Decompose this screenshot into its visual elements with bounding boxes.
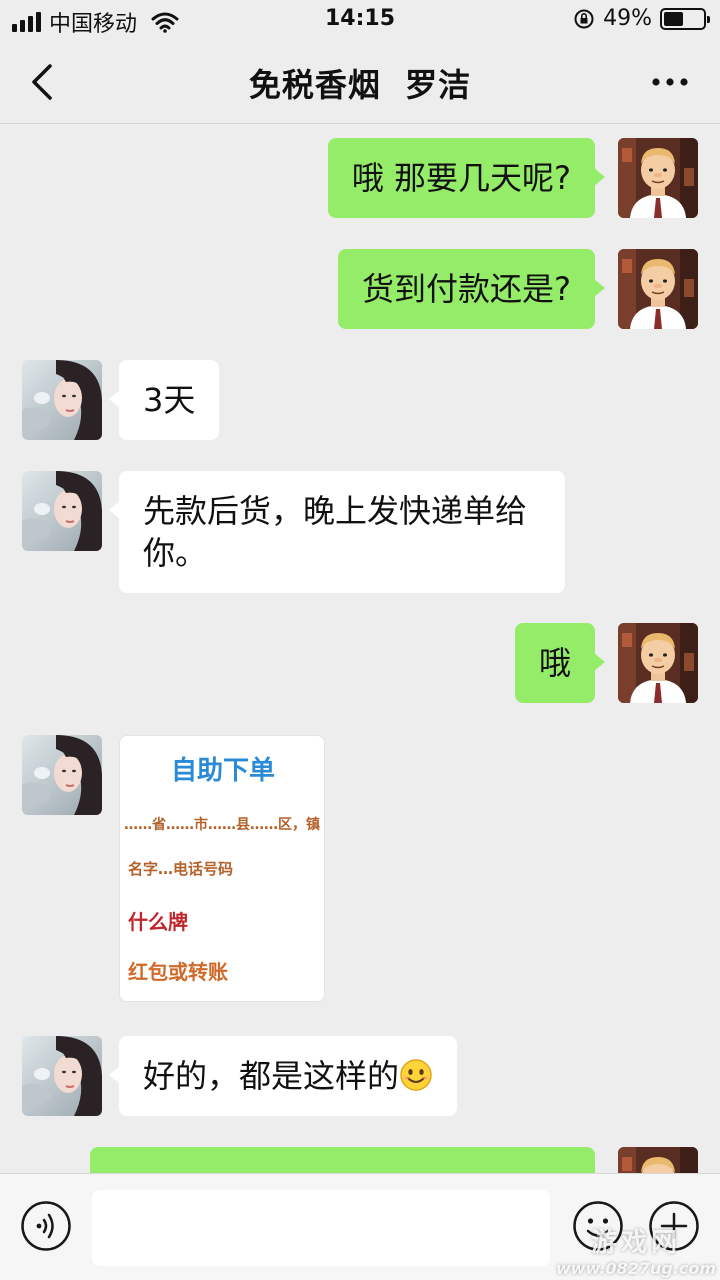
contact-avatar[interactable] (22, 471, 102, 551)
plus-icon[interactable] (648, 1200, 700, 1252)
message-list[interactable]: 哦 那要几天呢? 货到付款还是? 3天 先款后货，晚上发快递单给你。 哦 自助下… (0, 125, 720, 1173)
outgoing-message-bubble[interactable]: 货到付款还是? (338, 249, 605, 329)
image-text-payment: 红包或转账 (128, 960, 228, 984)
voice-icon[interactable] (20, 1200, 72, 1252)
emoji-icon[interactable] (572, 1200, 624, 1252)
self-avatar[interactable] (618, 623, 698, 703)
smile-emoji-icon (400, 1059, 432, 1091)
self-avatar[interactable] (618, 1147, 698, 1173)
rotation-lock-icon (574, 9, 594, 28)
message-text: 好的，都是这样的 (143, 1057, 400, 1095)
more-options-button[interactable] (650, 70, 690, 94)
outgoing-message-bubble[interactable]: 哦 (514, 623, 606, 703)
image-text-brand: 什么牌 (128, 910, 188, 934)
self-avatar[interactable] (618, 138, 698, 218)
outgoing-message-bubble[interactable]: 哦 那要几天呢? (327, 138, 606, 218)
incoming-message-bubble[interactable]: 好的，都是这样的 (108, 1036, 458, 1116)
status-bar: 中国移动 14:15 49% (0, 0, 720, 40)
battery-percent: 49% (603, 6, 652, 31)
input-bar (0, 1173, 720, 1280)
chat-title: 免税香烟 罗洁 (248, 66, 472, 104)
contact-avatar[interactable] (22, 735, 102, 815)
contact-avatar[interactable] (22, 1036, 102, 1116)
incoming-message-bubble[interactable]: 先款后货，晚上发快递单给你。 (109, 471, 565, 593)
image-text-address: ……省……市……县……区，镇 (124, 817, 320, 833)
message-input[interactable] (92, 1190, 550, 1266)
chat-header: 免税香烟 罗洁 (0, 40, 720, 124)
contact-avatar[interactable] (22, 360, 102, 440)
incoming-message-bubble[interactable]: 3天 (108, 360, 220, 440)
image-text-title: 自助下单 (170, 756, 275, 786)
outgoing-message-bubble[interactable] (90, 1147, 595, 1173)
self-avatar[interactable] (618, 249, 698, 329)
battery-icon (660, 7, 710, 30)
image-text-name-phone: 名字…电话号码 (128, 860, 234, 878)
image-message[interactable]: 自助下单 ……省……市……县……区，镇 名字…电话号码 什么牌 红包或转账 (119, 735, 325, 1002)
